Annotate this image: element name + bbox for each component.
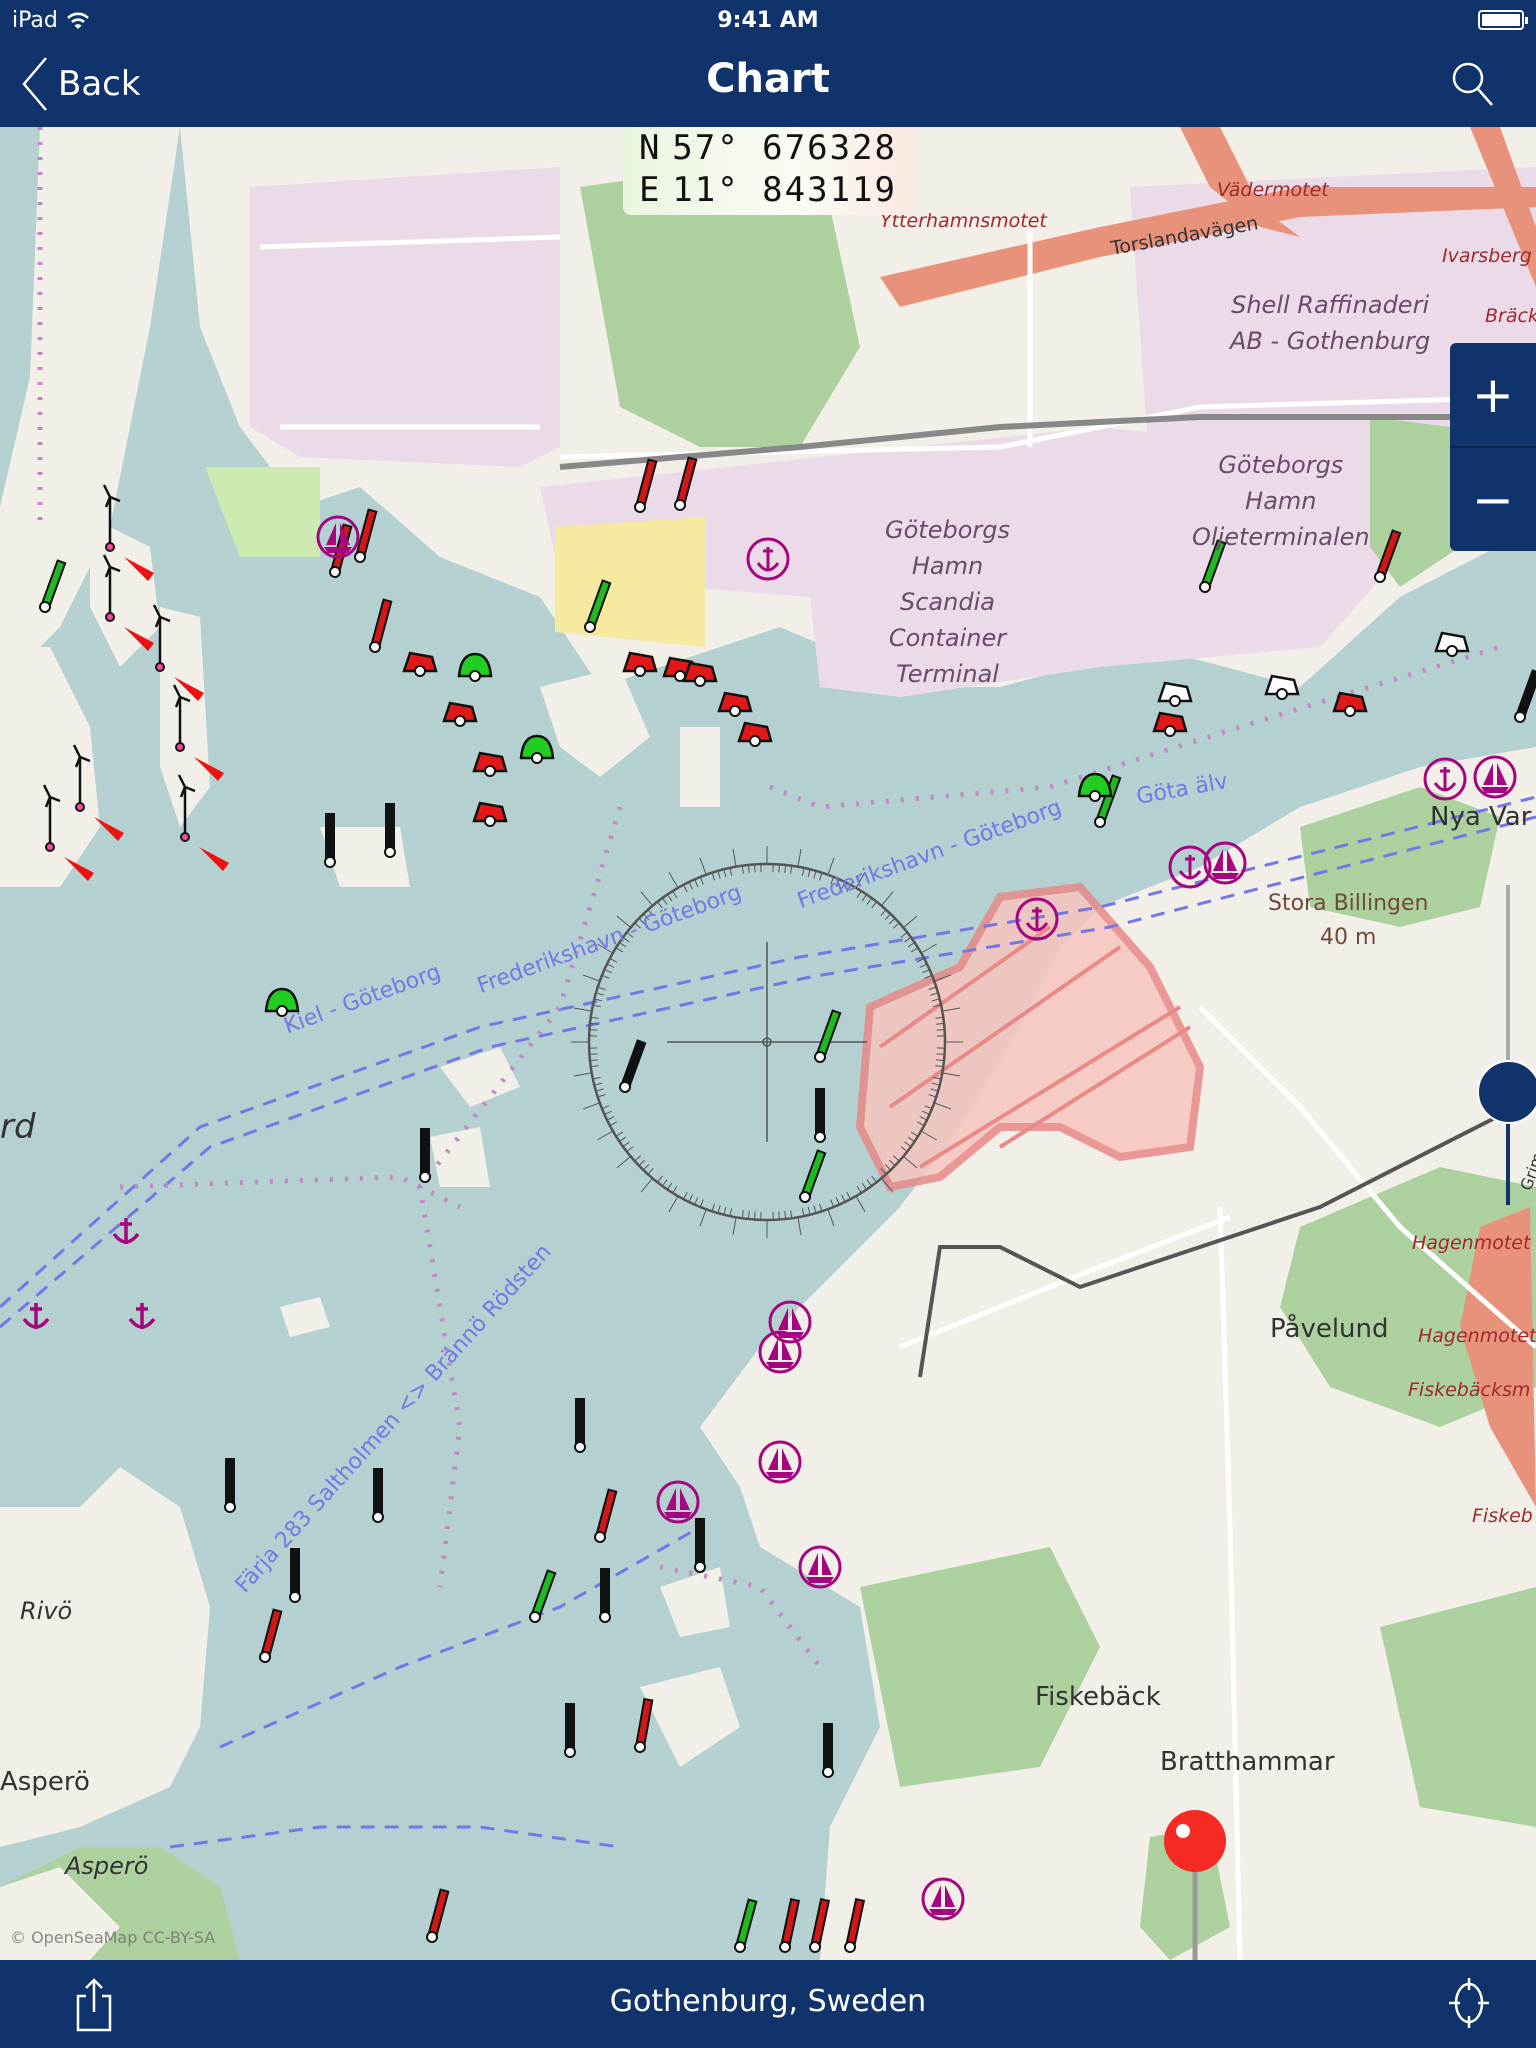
latitude-hemisphere: N [639, 128, 662, 168]
red-can-buoy-icon [737, 721, 773, 747]
black-beacon-icon [814, 1088, 826, 1143]
nav-bar: Back Chart [0, 40, 1536, 127]
green-spar-buoy-icon [814, 1009, 842, 1063]
minus-icon: − [1472, 470, 1514, 529]
green-spar-buoy-icon [734, 1898, 758, 1953]
zoom-out-button[interactable]: − [1450, 448, 1536, 551]
red-can-buoy-icon [402, 651, 438, 677]
anchorage-icon [1015, 897, 1059, 941]
coordinates-readout: N 57° 676328 E 11° 843119 [623, 127, 913, 215]
locate-me-button[interactable] [1444, 1978, 1494, 2032]
red-can-buoy-icon [472, 801, 508, 827]
marina-icon [656, 1480, 700, 1524]
top-bar: iPad 9:41 AM Back Chart [0, 0, 1536, 127]
red-spar-buoy-icon [779, 1898, 801, 1953]
green-spar-buoy-icon [39, 559, 67, 613]
red-can-buoy-icon [442, 701, 478, 727]
green-conical-buoy-icon [1077, 772, 1113, 802]
red-spar-buoy-icon [369, 598, 393, 653]
red-spar-buoy-icon [809, 1898, 831, 1953]
anchor-icon [22, 1303, 50, 1329]
red-spar-buoy-icon [259, 1608, 283, 1663]
longitude-value: 11° 843119 [672, 170, 897, 210]
red-spar-buoy-icon [634, 1697, 654, 1753]
longitude-hemisphere: E [639, 170, 662, 210]
green-spar-buoy-icon [1199, 539, 1227, 593]
red-spar-buoy-icon [1374, 529, 1402, 583]
black-beacon-icon [694, 1518, 706, 1573]
green-spar-buoy-icon [529, 1569, 557, 1623]
black-beacon-icon [619, 1039, 647, 1093]
battery-icon [1478, 10, 1528, 30]
black-beacon-icon [599, 1568, 611, 1623]
anchorage-icon [1423, 757, 1467, 801]
zoom-in-button[interactable]: + [1450, 343, 1536, 446]
wind-turbine-icon [72, 744, 124, 841]
bottom-bar: Gothenburg, Sweden [0, 1960, 1536, 2048]
longitude-row: E 11° 843119 [639, 169, 897, 211]
location-name: Gothenburg, Sweden [609, 1984, 927, 2019]
white-buoy-icon [1434, 631, 1470, 657]
red-spar-buoy-icon [634, 458, 658, 513]
slider-thumb[interactable] [1477, 1060, 1536, 1124]
black-beacon-icon [224, 1458, 236, 1513]
red-spar-buoy-icon [674, 456, 698, 511]
crosshair-icon [1449, 1978, 1489, 2028]
black-beacon-icon [564, 1703, 576, 1758]
wind-turbine-icon [42, 784, 94, 881]
green-conical-buoy-icon [264, 987, 300, 1017]
green-spar-buoy-icon [584, 579, 612, 633]
marina-icon [921, 1877, 965, 1921]
red-can-buoy-icon [717, 691, 753, 717]
red-spar-buoy-icon [594, 1488, 618, 1543]
red-can-buoy-icon [682, 661, 718, 687]
latitude-row: N 57° 676328 [639, 127, 897, 169]
status-time: 9:41 AM [717, 8, 819, 33]
latitude-value: 57° 676328 [672, 128, 897, 168]
black-beacon-icon [574, 1398, 586, 1453]
search-button[interactable] [1450, 60, 1496, 112]
red-spar-buoy-icon [844, 1898, 866, 1953]
chart-app: iPad 9:41 AM Back Chart Ytterhamnsmotet … [0, 0, 1536, 2048]
black-beacon-icon [1514, 669, 1536, 723]
marina-icon [316, 515, 360, 559]
plus-icon: + [1472, 365, 1514, 424]
search-icon [1452, 62, 1493, 106]
black-beacon-icon [289, 1548, 301, 1603]
zoom-controls: + − [1450, 343, 1536, 551]
green-conical-buoy-icon [519, 734, 555, 764]
wind-turbine-icon [152, 604, 204, 701]
black-beacon-icon [372, 1468, 384, 1523]
red-can-buoy-icon [1152, 711, 1188, 737]
black-beacon-icon [384, 803, 396, 858]
page-title: Chart [706, 56, 830, 102]
black-beacon-icon [324, 813, 336, 868]
anchor-icon [128, 1303, 156, 1329]
black-beacon-icon [419, 1128, 431, 1183]
white-buoy-icon [1157, 681, 1193, 707]
anchorage-icon [746, 537, 790, 581]
chart-map[interactable]: Ytterhamnsmotet Vädermotet Ivarsberg Brä… [0, 127, 1536, 1960]
status-bar: iPad 9:41 AM [0, 0, 1536, 40]
red-can-buoy-icon [1332, 691, 1368, 717]
seamark-layer [22, 456, 1536, 1953]
black-beacon-icon [822, 1723, 834, 1778]
zoom-slider[interactable] [1477, 885, 1536, 1205]
marina-icon [1473, 755, 1517, 799]
white-buoy-icon [1264, 674, 1300, 700]
wind-turbine-icon [177, 774, 229, 871]
anchor-icon [112, 1218, 140, 1244]
red-can-buoy-icon [622, 651, 658, 677]
red-can-buoy-icon [472, 751, 508, 777]
green-spar-buoy-icon [799, 1149, 827, 1203]
green-conical-buoy-icon [457, 652, 493, 682]
marina-icon [758, 1440, 802, 1484]
marina-icon [798, 1545, 842, 1589]
map-attribution: © OpenSeaMap CC-BY-SA [10, 1928, 216, 1947]
red-spar-buoy-icon [426, 1888, 450, 1943]
